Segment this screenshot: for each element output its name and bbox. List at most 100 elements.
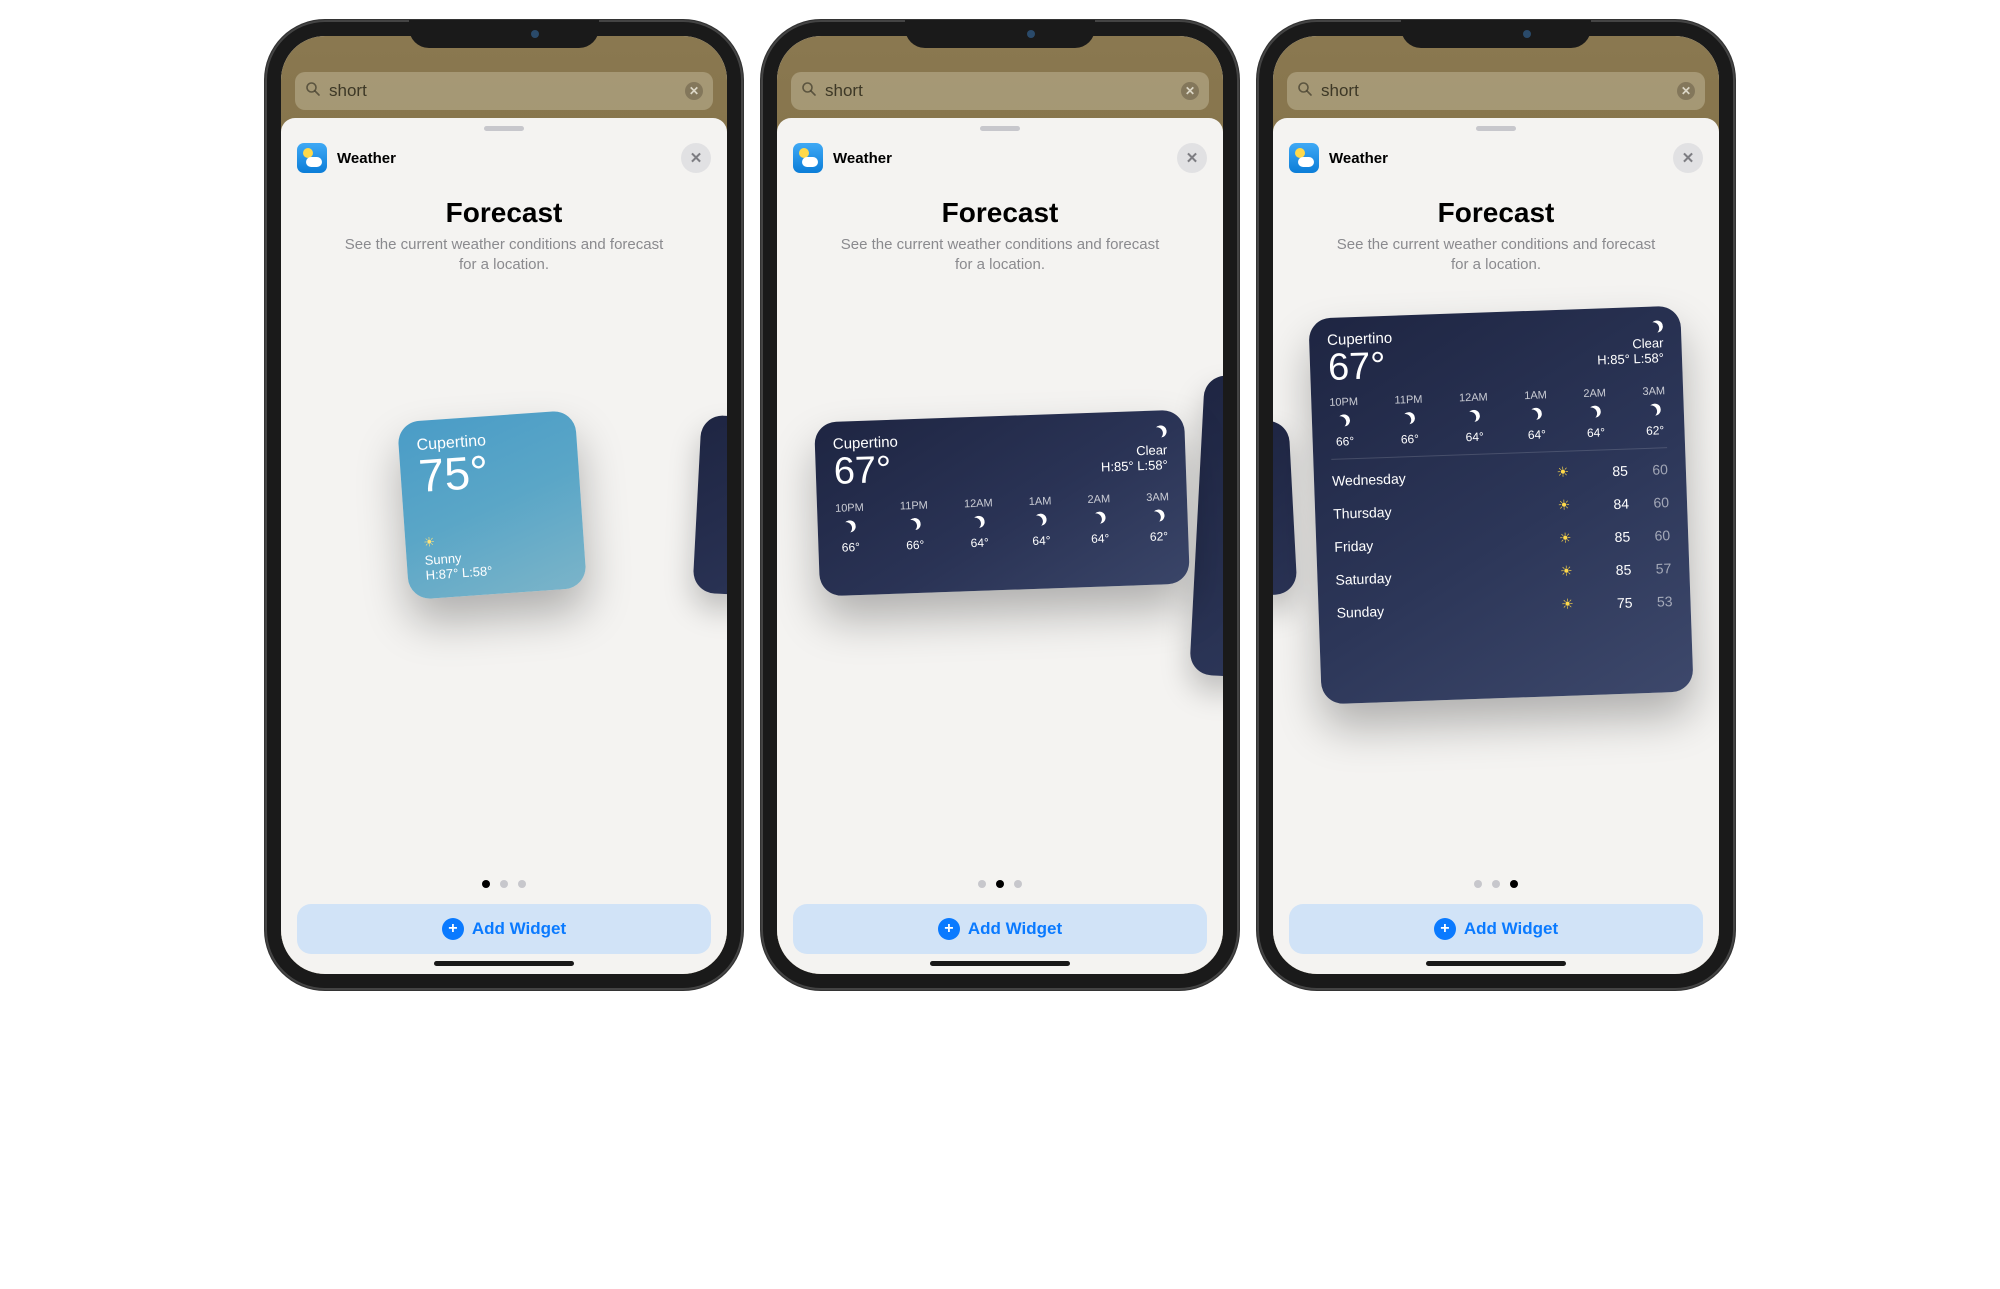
app-name: Weather — [833, 150, 1177, 167]
screen: short ✕ Weather ✕ Forecast See the curre… — [1273, 36, 1719, 974]
search-icon — [1297, 81, 1313, 102]
plus-icon: + — [938, 918, 960, 940]
temperature: 67° — [1327, 346, 1393, 386]
home-indicator[interactable] — [434, 961, 574, 966]
moon-icon — [1093, 510, 1106, 526]
add-widget-button[interactable]: + Add Widget — [793, 904, 1207, 954]
sheet-grabber[interactable] — [484, 126, 524, 131]
iphone-frame: short ✕ Weather ✕ Forecast See the curre… — [761, 20, 1239, 990]
page-dot — [1474, 880, 1482, 888]
home-indicator[interactable] — [1426, 961, 1566, 966]
hour-cell: 11PM66° — [1394, 393, 1424, 446]
widget-carousel[interactable]: Cupertino 67° Clear H:85° L:58° 10PM66° … — [1273, 276, 1719, 875]
home-indicator[interactable] — [930, 961, 1070, 966]
sheet-grabber[interactable] — [980, 126, 1020, 131]
close-button[interactable]: ✕ — [681, 143, 711, 173]
clear-search-icon[interactable]: ✕ — [1677, 82, 1695, 100]
page-dot — [1510, 880, 1518, 888]
page-subtitle: See the current weather conditions and f… — [1273, 229, 1719, 276]
spotlight-search[interactable]: short ✕ — [1287, 72, 1705, 110]
next-widget-peek — [1189, 374, 1223, 677]
page-subtitle: See the current weather conditions and f… — [281, 229, 727, 276]
plus-icon: + — [1434, 918, 1456, 940]
page-dot — [996, 880, 1004, 888]
temperature: 67° — [833, 450, 899, 490]
clear-search-icon[interactable]: ✕ — [685, 82, 703, 100]
screen: short ✕ Weather ✕ Forecast See the curre… — [777, 36, 1223, 974]
app-name: Weather — [1329, 150, 1673, 167]
moon-icon — [1035, 512, 1048, 528]
close-button[interactable]: ✕ — [1177, 143, 1207, 173]
sun-icon: ☀︎ — [1541, 561, 1592, 580]
hour-cell: 3AM62° — [1146, 491, 1170, 544]
widget-gallery-sheet: Weather ✕ Forecast See the current weath… — [281, 118, 727, 974]
plus-icon: + — [442, 918, 464, 940]
moon-icon — [1152, 508, 1165, 524]
hour-cell: 12AM64° — [1459, 391, 1490, 444]
spotlight-search[interactable]: short ✕ — [295, 72, 713, 110]
page-subtitle: See the current weather conditions and f… — [777, 229, 1223, 276]
weather-app-icon — [297, 143, 327, 173]
sun-icon: ☀︎ — [1540, 528, 1591, 547]
page-dot — [518, 880, 526, 888]
app-name: Weather — [337, 150, 681, 167]
moon-icon — [1648, 402, 1661, 418]
hour-cell: 11PM66° — [900, 499, 930, 552]
screen: short ✕ Weather ✕ Forecast See the curre… — [281, 36, 727, 974]
iphone-frame: short ✕ Weather ✕ Forecast See the curre… — [1257, 20, 1735, 990]
weather-widget-large[interactable]: Cupertino 67° Clear H:85° L:58° 10PM66° … — [1308, 305, 1693, 704]
moon-icon — [973, 514, 986, 530]
hi-lo: H:85° L:58° — [1101, 457, 1168, 474]
widget-carousel[interactable]: Cupertino 67° Clear H:85° L:58° 10PM66° … — [777, 276, 1223, 875]
prev-widget-peek — [1273, 419, 1298, 595]
search-query: short — [329, 81, 677, 101]
hourly-forecast: 10PM66° 11PM66° 12AM64° 1AM64° 2AM64° 3A… — [835, 491, 1171, 555]
sheet-grabber[interactable] — [1476, 126, 1516, 131]
temperature: 75° — [417, 443, 562, 499]
sun-icon: ☀︎ — [1542, 594, 1593, 613]
next-widget-peek — [692, 414, 727, 595]
moon-icon — [908, 516, 921, 532]
sun-icon: ☀︎ — [1538, 462, 1589, 481]
hi-lo: H:85° L:58° — [1597, 350, 1664, 367]
page-indicator[interactable] — [777, 874, 1223, 898]
moon-icon — [1403, 410, 1416, 426]
hour-cell: 2AM64° — [1583, 387, 1607, 440]
close-button[interactable]: ✕ — [1673, 143, 1703, 173]
search-query: short — [825, 81, 1173, 101]
moon-icon — [844, 519, 857, 535]
hour-cell: 10PM66° — [835, 501, 866, 554]
page-dot — [482, 880, 490, 888]
notch — [905, 20, 1095, 48]
add-widget-button[interactable]: + Add Widget — [1289, 904, 1703, 954]
hour-cell: 3AM62° — [1642, 385, 1666, 438]
hourly-forecast: 10PM66° 11PM66° 12AM64° 1AM64° 2AM64° 3A… — [1329, 385, 1667, 460]
sun-icon: ☀︎ — [1539, 495, 1590, 514]
search-icon — [305, 81, 321, 102]
page-indicator[interactable] — [281, 874, 727, 898]
daily-forecast: Wednesday☀︎8560 Thursday☀︎8460 Friday☀︎8… — [1331, 452, 1673, 629]
condition: Clear — [1596, 335, 1663, 352]
moon-icon — [1468, 408, 1481, 424]
spotlight-search[interactable]: short ✕ — [791, 72, 1209, 110]
weather-widget-medium[interactable]: Cupertino 67° Clear H:85° L:58° 10PM66° … — [814, 409, 1190, 596]
page-dot — [978, 880, 986, 888]
weather-widget-small[interactable]: Cupertino 75° ☀︎ Sunny H:87° L:58° — [397, 410, 587, 600]
widget-gallery-sheet: Weather ✕ Forecast See the current weath… — [1273, 118, 1719, 974]
condition: Clear — [1100, 442, 1167, 459]
page-dot — [1014, 880, 1022, 888]
clear-search-icon[interactable]: ✕ — [1181, 82, 1199, 100]
page-dot — [1492, 880, 1500, 888]
search-query: short — [1321, 81, 1669, 101]
add-widget-button[interactable]: + Add Widget — [297, 904, 711, 954]
moon-icon — [1338, 413, 1351, 429]
hour-cell: 10PM66° — [1329, 395, 1360, 448]
search-icon — [801, 81, 817, 102]
widget-carousel[interactable]: Cupertino 75° ☀︎ Sunny H:87° L:58° — [281, 276, 727, 875]
moon-icon — [1596, 320, 1663, 337]
hour-cell: 2AM64° — [1087, 493, 1111, 546]
page-indicator[interactable] — [1273, 874, 1719, 898]
notch — [409, 20, 599, 48]
widget-gallery-sheet: Weather ✕ Forecast See the current weath… — [777, 118, 1223, 974]
page-dot — [500, 880, 508, 888]
